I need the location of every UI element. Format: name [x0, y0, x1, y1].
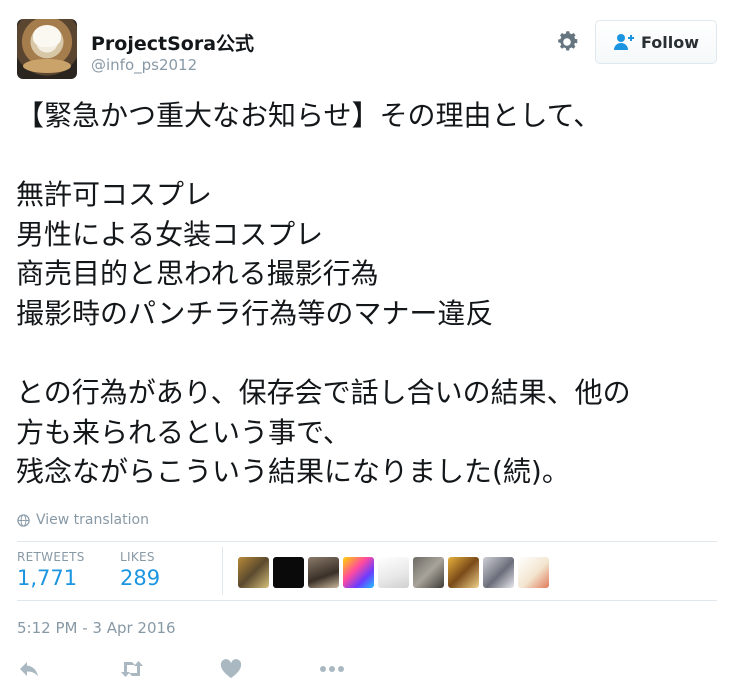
- follow-button[interactable]: Follow: [595, 20, 717, 64]
- liker-avatar[interactable]: [448, 557, 479, 588]
- liker-avatar[interactable]: [518, 557, 549, 588]
- likes-label: LIKES: [120, 550, 155, 564]
- retweets-label: RETWEETS: [17, 550, 85, 564]
- likes-count[interactable]: 289: [120, 566, 160, 590]
- retweets-count[interactable]: 1,771: [17, 566, 77, 590]
- display-name[interactable]: ProjectSora公式: [91, 29, 254, 56]
- reply-icon[interactable]: [18, 659, 40, 679]
- avatar-plate-shape: [23, 59, 71, 73]
- view-translation-label: View translation: [36, 512, 149, 528]
- liker-avatar[interactable]: [308, 557, 339, 588]
- gear-icon[interactable]: [554, 29, 580, 55]
- retweet-icon[interactable]: [119, 659, 145, 679]
- tweet-timestamp[interactable]: 5:12 PM - 3 Apr 2016: [17, 619, 176, 637]
- follow-button-label: Follow: [640, 32, 699, 52]
- avatar-cream-shape: [33, 25, 61, 47]
- profile-avatar[interactable]: [17, 19, 77, 79]
- user-handle[interactable]: @info_ps2012: [91, 56, 197, 74]
- more-dots-icon[interactable]: [318, 659, 346, 679]
- view-translation-link[interactable]: View translation: [17, 512, 149, 528]
- liker-avatar[interactable]: [483, 557, 514, 588]
- liker-avatar[interactable]: [378, 557, 409, 588]
- liker-avatar[interactable]: [238, 557, 269, 588]
- like-heart-icon[interactable]: [220, 659, 242, 679]
- divider-bottom: [17, 600, 717, 601]
- globe-icon: [17, 513, 30, 527]
- tweet-text: 【緊急かつ重大なお知らせ】その理由として、 無許可コスプレ 男性による女装コスプ…: [16, 99, 631, 489]
- liker-avatar[interactable]: [343, 557, 374, 588]
- liker-avatar[interactable]: [413, 557, 444, 588]
- divider-top: [17, 541, 717, 542]
- likers-avatars: [238, 557, 549, 588]
- follow-user-plus-icon: [613, 34, 634, 50]
- liker-avatar[interactable]: [273, 557, 304, 588]
- stats-separator: [222, 547, 223, 595]
